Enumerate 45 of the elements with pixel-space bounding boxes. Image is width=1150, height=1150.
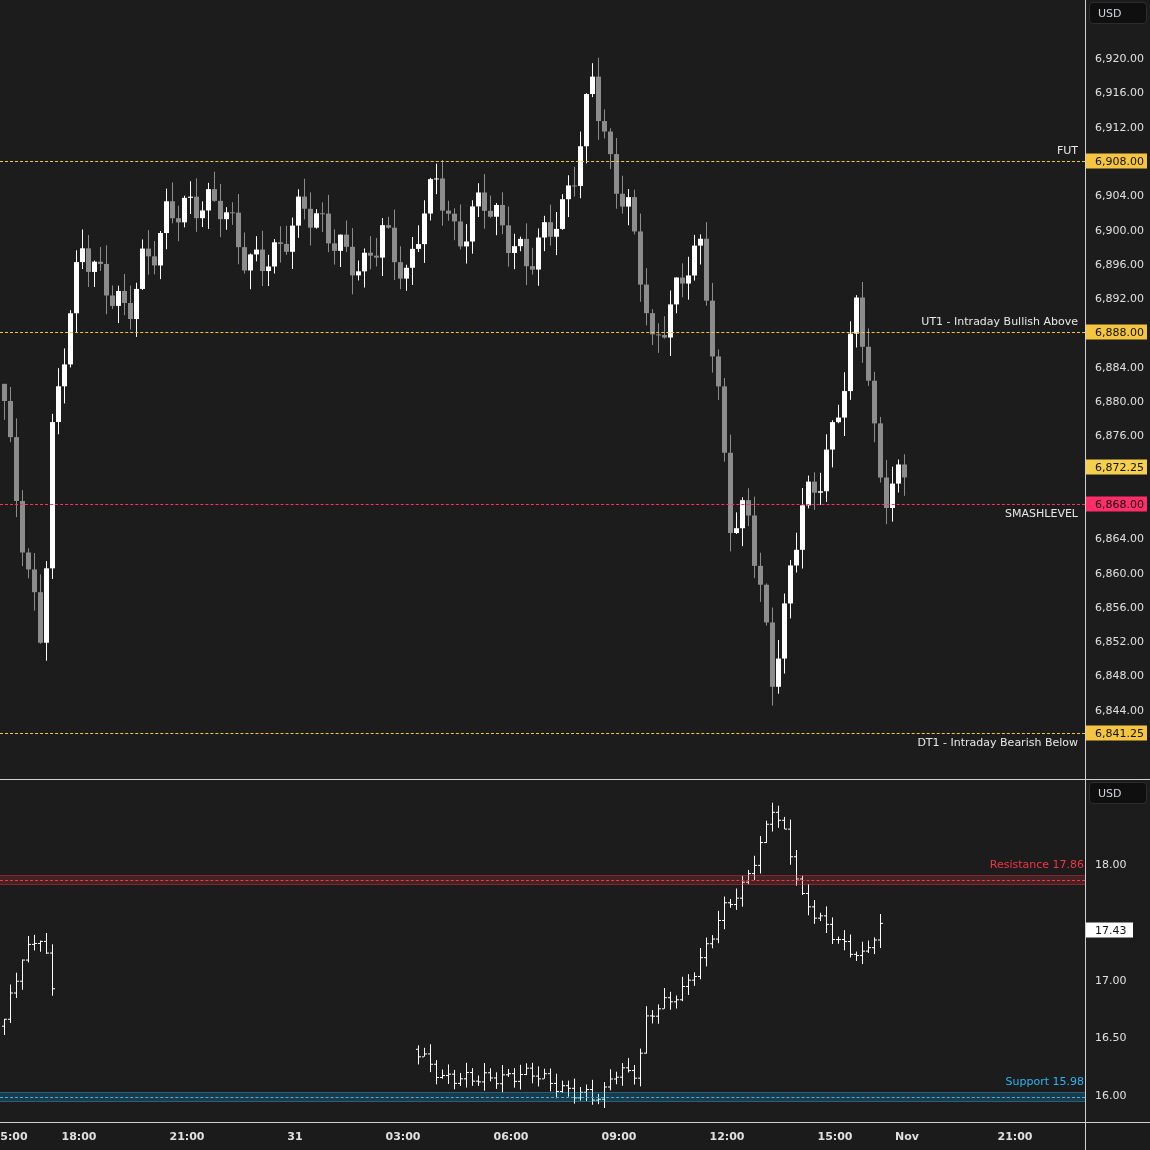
level-label: Resistance 17.86	[989, 858, 1084, 872]
level-label: FUT	[1056, 143, 1078, 157]
axis-label: 6,860.00	[1095, 566, 1144, 579]
time-label: 12:00	[709, 1130, 745, 1143]
last-value-tag: 17.43	[1086, 922, 1133, 938]
axis-label: 6,876.00	[1095, 428, 1144, 442]
axis-label: 6,884.00	[1095, 360, 1144, 374]
axis-label: 6,900.00	[1095, 223, 1144, 236]
axis-label: 16.00	[1095, 1088, 1127, 1102]
axis-label: 6,864.00	[1095, 531, 1144, 545]
axis-label: 6,920.00	[1095, 51, 1144, 65]
axis-label: 6,892.00	[1095, 291, 1144, 305]
axis-label: 6,844.00	[1095, 703, 1144, 717]
last-price-tag: 6,872.25	[1086, 459, 1147, 475]
axis-label: 6,852.00	[1095, 634, 1144, 648]
time-label: 09:00	[601, 1130, 637, 1143]
axis-label: 6,856.00	[1095, 600, 1144, 614]
price-tag: 6,908.00	[1086, 153, 1147, 169]
axis-label: 6,880.00	[1095, 394, 1144, 408]
time-label: 06:00	[493, 1130, 529, 1143]
currency-button[interactable]: USD	[1089, 782, 1147, 804]
level-label: Support 15.98	[1005, 1075, 1084, 1089]
time-label: 31	[287, 1130, 303, 1143]
level-label: UT1 - Intraday Bullish Above	[921, 315, 1078, 329]
price-tag: 6,888.00	[1086, 324, 1147, 340]
time-label: 5:00	[0, 1130, 28, 1143]
level-label: DT1 - Intraday Bearish Below	[917, 736, 1078, 750]
axis-label: 6,916.00	[1095, 85, 1144, 99]
axis-label: 17.00	[1095, 973, 1127, 986]
time-label: 21:00	[169, 1130, 205, 1143]
axis-label: 6,896.00	[1095, 257, 1144, 271]
price-tag: 6,868.00	[1086, 496, 1147, 512]
time-label: 21:00	[997, 1130, 1033, 1143]
time-label: Nov	[895, 1130, 919, 1143]
axis-label: 18.00	[1095, 857, 1127, 871]
time-label: 03:00	[385, 1130, 421, 1143]
axis-label: 6,848.00	[1095, 668, 1144, 682]
time-label: 15:00	[817, 1130, 853, 1143]
price-tag: 6,841.25	[1086, 725, 1147, 741]
level-label: SMASHLEVEL	[1005, 506, 1078, 520]
time-label: 18:00	[61, 1130, 97, 1143]
currency-button[interactable]: USD	[1089, 2, 1147, 24]
axis-label: 16.50	[1095, 1030, 1127, 1044]
axis-label: 6,904.00	[1095, 188, 1144, 202]
axis-label: 6,912.00	[1095, 120, 1144, 134]
